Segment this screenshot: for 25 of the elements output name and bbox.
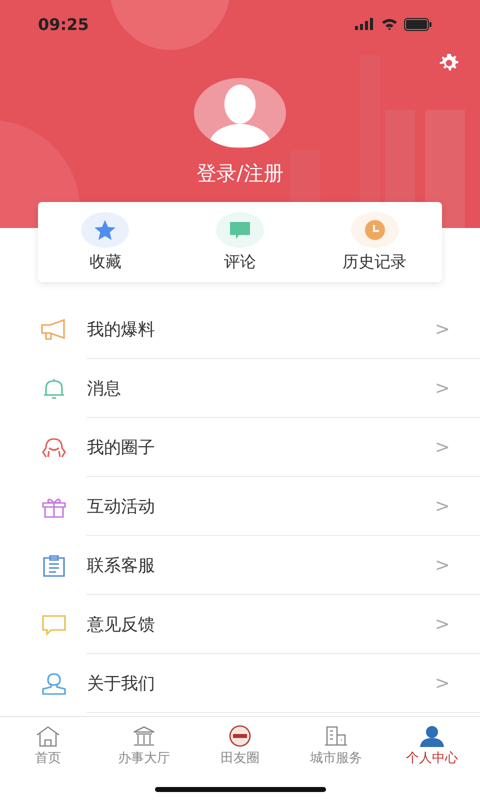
menu-item[interactable]: 我的爆料 >: [0, 300, 480, 359]
menu-item[interactable]: 互动活动 >: [0, 477, 480, 536]
tab-item[interactable]: 个人中心: [384, 717, 480, 773]
menu-item[interactable]: 意见反馈 >: [0, 595, 480, 654]
tab-item[interactable]: 城市服务: [288, 717, 384, 773]
shortcut-button[interactable]: 评论: [180, 212, 300, 272]
battery-icon: [404, 18, 432, 30]
tab-item[interactable]: 首页: [0, 717, 96, 773]
wifi-icon: [381, 18, 398, 30]
tab-item[interactable]: 办事大厅: [96, 717, 192, 773]
menu-item[interactable]: 我的圈子 >: [0, 418, 480, 477]
office-icon: [323, 725, 349, 747]
menu-item[interactable]: 联系客服 >: [0, 536, 480, 595]
shortcut-button[interactable]: 收藏: [45, 212, 166, 272]
signal-icon: [355, 18, 375, 30]
person-icon: [419, 725, 445, 747]
building-icon: [131, 725, 157, 747]
status-time: 09:25: [38, 14, 89, 34]
shortcut-button[interactable]: 历史记录: [314, 212, 435, 272]
home-icon: [35, 725, 61, 747]
menu-item[interactable]: 消息 >: [0, 359, 480, 418]
login-link[interactable]: 登录/注册: [196, 160, 284, 187]
menu-item[interactable]: 关于我们 >: [0, 654, 480, 713]
tab-item[interactable]: 田友圈: [192, 717, 288, 773]
logo-icon: [227, 725, 253, 747]
